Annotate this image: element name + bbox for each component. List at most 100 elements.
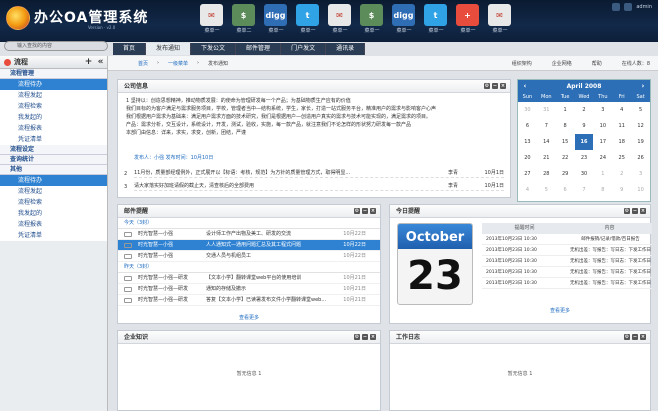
reminder-row[interactable]: 2013年10月23日 10:30 无机出差：写报告：写日志：下发工作日	[482, 245, 652, 256]
breadcrumb-item[interactable]: 一级菜单	[168, 60, 188, 67]
dollar-icon[interactable]: $	[360, 4, 383, 26]
link-network[interactable]: 企业网络	[552, 60, 572, 67]
sidebar-item[interactable]: 凭证清单	[0, 134, 107, 145]
digg-icon[interactable]: digg	[392, 4, 415, 26]
mail-subject[interactable]: 答复【文本小学】已读署发布文件小学翻转课堂web...	[206, 295, 326, 306]
notice-row[interactable]: 11月份，质量部经理例外，正式展开以【标语：考核，规范】为方针的质量管理方式，取…	[134, 169, 504, 178]
close-icon[interactable]: ×	[370, 334, 376, 340]
calendar-day[interactable]: 2	[612, 166, 631, 182]
calendar-day[interactable]: 3	[631, 166, 650, 182]
search-input[interactable]: 输入查找的内容	[4, 41, 108, 51]
calendar-day[interactable]: 18	[612, 134, 631, 150]
app-label[interactable]: 菜单一	[198, 27, 226, 34]
close-icon[interactable]: ×	[640, 334, 646, 340]
app-launcher-item[interactable]: t 菜单一	[424, 4, 447, 34]
calendar-day[interactable]: 10	[631, 182, 650, 198]
app-label[interactable]: 菜单一	[422, 27, 450, 34]
calendar-day[interactable]: 4	[612, 102, 631, 118]
sidebar-item[interactable]: 流程待办	[0, 175, 107, 186]
mail-row[interactable]: 时光智慧—小强—研发 答复【文本小学】已读署发布文件小学翻转课堂web... 10月…	[118, 295, 380, 306]
calendar-day[interactable]: 19	[631, 134, 650, 150]
digg-icon[interactable]: digg	[264, 4, 287, 26]
mail-subject[interactable]: 【文本小学】翻转课堂web平台的使用培训	[206, 273, 301, 284]
minimize-icon[interactable]: −	[362, 208, 368, 214]
calendar-day[interactable]: 24	[593, 150, 612, 166]
app-label[interactable]: 菜单一	[262, 27, 290, 34]
calendar-day[interactable]: 4	[518, 182, 537, 198]
collapse-icon[interactable]: «	[96, 58, 105, 67]
app-label[interactable]: 菜单一	[486, 27, 514, 34]
close-icon[interactable]: ×	[370, 208, 376, 214]
app-launcher-item[interactable]: $ 菜单二	[232, 4, 255, 34]
app-launcher-item[interactable]: t 菜单一	[296, 4, 319, 34]
tab-1[interactable]: 发布通知	[146, 43, 192, 55]
sidebar-group[interactable]: 流程管理	[0, 69, 107, 79]
mail-icon[interactable]: ✉	[488, 4, 511, 26]
app-launcher-item[interactable]: $ 菜单一	[360, 4, 383, 34]
mail-row[interactable]: 时光智慧—小强 交通人员与机组员工 10月22日	[118, 251, 380, 262]
calendar-day[interactable]: 17	[593, 134, 612, 150]
calendar-day[interactable]: 3	[593, 102, 612, 118]
mail-more-link[interactable]: 查看更多	[118, 314, 380, 321]
calendar-day[interactable]: 13	[518, 134, 537, 150]
app-launcher-item[interactable]: digg 菜单一	[392, 4, 415, 34]
app-label[interactable]: 菜单二	[230, 27, 258, 34]
link-org[interactable]: 组织架构	[512, 60, 532, 67]
calendar-day[interactable]: 20	[518, 150, 537, 166]
sidebar-item[interactable]: 流程发起	[0, 90, 107, 101]
reminder-row[interactable]: 2013年10月23日 10:30 无机出差：写报告：写日志：下发工作日	[482, 267, 652, 278]
calendar-day[interactable]: 25	[612, 150, 631, 166]
sidebar-item[interactable]: 凭证清单	[0, 230, 107, 241]
calendar-day[interactable]: 11	[612, 118, 631, 134]
calendar-day[interactable]: 30	[575, 166, 594, 182]
tab-4[interactable]: 门户发文	[281, 43, 327, 55]
notice-text[interactable]: 请大家落实好加班请假的截止天，清查核后的全部费用	[134, 183, 254, 189]
mail-icon[interactable]: ✉	[328, 4, 351, 26]
app-label[interactable]: 菜单一	[454, 27, 482, 34]
reminder-content[interactable]: 无机出差：写报告：写日志：下发工作日	[569, 256, 652, 266]
mail-subject[interactable]: 设计师工作产出物及美工、研发的交流	[206, 229, 291, 240]
calendar-day[interactable]: 30	[518, 102, 537, 118]
sidebar-group[interactable]: 流程设定	[0, 145, 107, 155]
tab-0[interactable]: 首页	[113, 43, 147, 55]
app-label[interactable]: 菜单一	[358, 27, 386, 34]
breadcrumb-item[interactable]: 首页	[138, 60, 148, 67]
user-icon[interactable]	[624, 3, 633, 11]
calendar-day[interactable]: 9	[612, 182, 631, 198]
calendar-day[interactable]: 5	[631, 102, 650, 118]
mail-icon[interactable]: ✉	[200, 4, 223, 26]
calendar-day[interactable]: 27	[518, 166, 537, 182]
tab-3[interactable]: 邮件管理	[236, 43, 282, 55]
twitter-icon[interactable]: t	[296, 4, 319, 26]
reminder-content[interactable]: 无机出差：写报告：写日志：下发工作日	[569, 267, 652, 277]
calendar-day[interactable]: 23	[575, 150, 594, 166]
minimize-icon[interactable]: −	[362, 334, 368, 340]
calendar-day[interactable]: 21	[537, 150, 556, 166]
mail-subject[interactable]: 交通人员与机组员工	[206, 251, 251, 262]
calendar-day[interactable]: 12	[631, 118, 650, 134]
plus-icon[interactable]: +	[456, 4, 479, 26]
settings-icon[interactable]: ⚙	[354, 208, 360, 214]
calendar-day[interactable]: 14	[537, 134, 556, 150]
minimize-icon[interactable]: −	[632, 208, 638, 214]
user-name[interactable]: admin	[636, 4, 652, 10]
calendar-day[interactable]: 6	[518, 118, 537, 134]
sidebar-item[interactable]: 我发起的	[0, 208, 107, 219]
mail-subject[interactable]: 人人通知式—通用问题汇总及其工程式问题	[206, 240, 301, 251]
calendar-day[interactable]: 15	[556, 134, 575, 150]
sidebar-item[interactable]: 流程检索	[0, 197, 107, 208]
mail-yesterday-label[interactable]: 昨天（3封）	[118, 262, 380, 273]
settings-icon[interactable]: ⚙	[354, 334, 360, 340]
mail-row[interactable]: 时光智慧—小强 设计师工作产出物及美工、研发的交流 10月22日	[118, 229, 380, 240]
minimize-icon[interactable]: −	[492, 83, 498, 89]
close-icon[interactable]: ×	[640, 208, 646, 214]
calendar-day[interactable]: 29	[556, 166, 575, 182]
reminder-more-link[interactable]: 查看更多	[470, 307, 650, 314]
mail-subject[interactable]: 通知的存储及撤示	[206, 284, 246, 295]
app-launcher-item[interactable]: + 菜单一	[456, 4, 479, 34]
prev-month-icon[interactable]: ‹	[518, 80, 532, 93]
reminder-row[interactable]: 2013年10月23日 10:30 无机出差：写报告：写日志：下发工作日	[482, 256, 652, 267]
calendar-day[interactable]: 31	[537, 102, 556, 118]
reminder-content[interactable]: 无机出差：写报告：写日志：下发工作日	[569, 278, 652, 288]
dollar-icon[interactable]: $	[232, 4, 255, 26]
